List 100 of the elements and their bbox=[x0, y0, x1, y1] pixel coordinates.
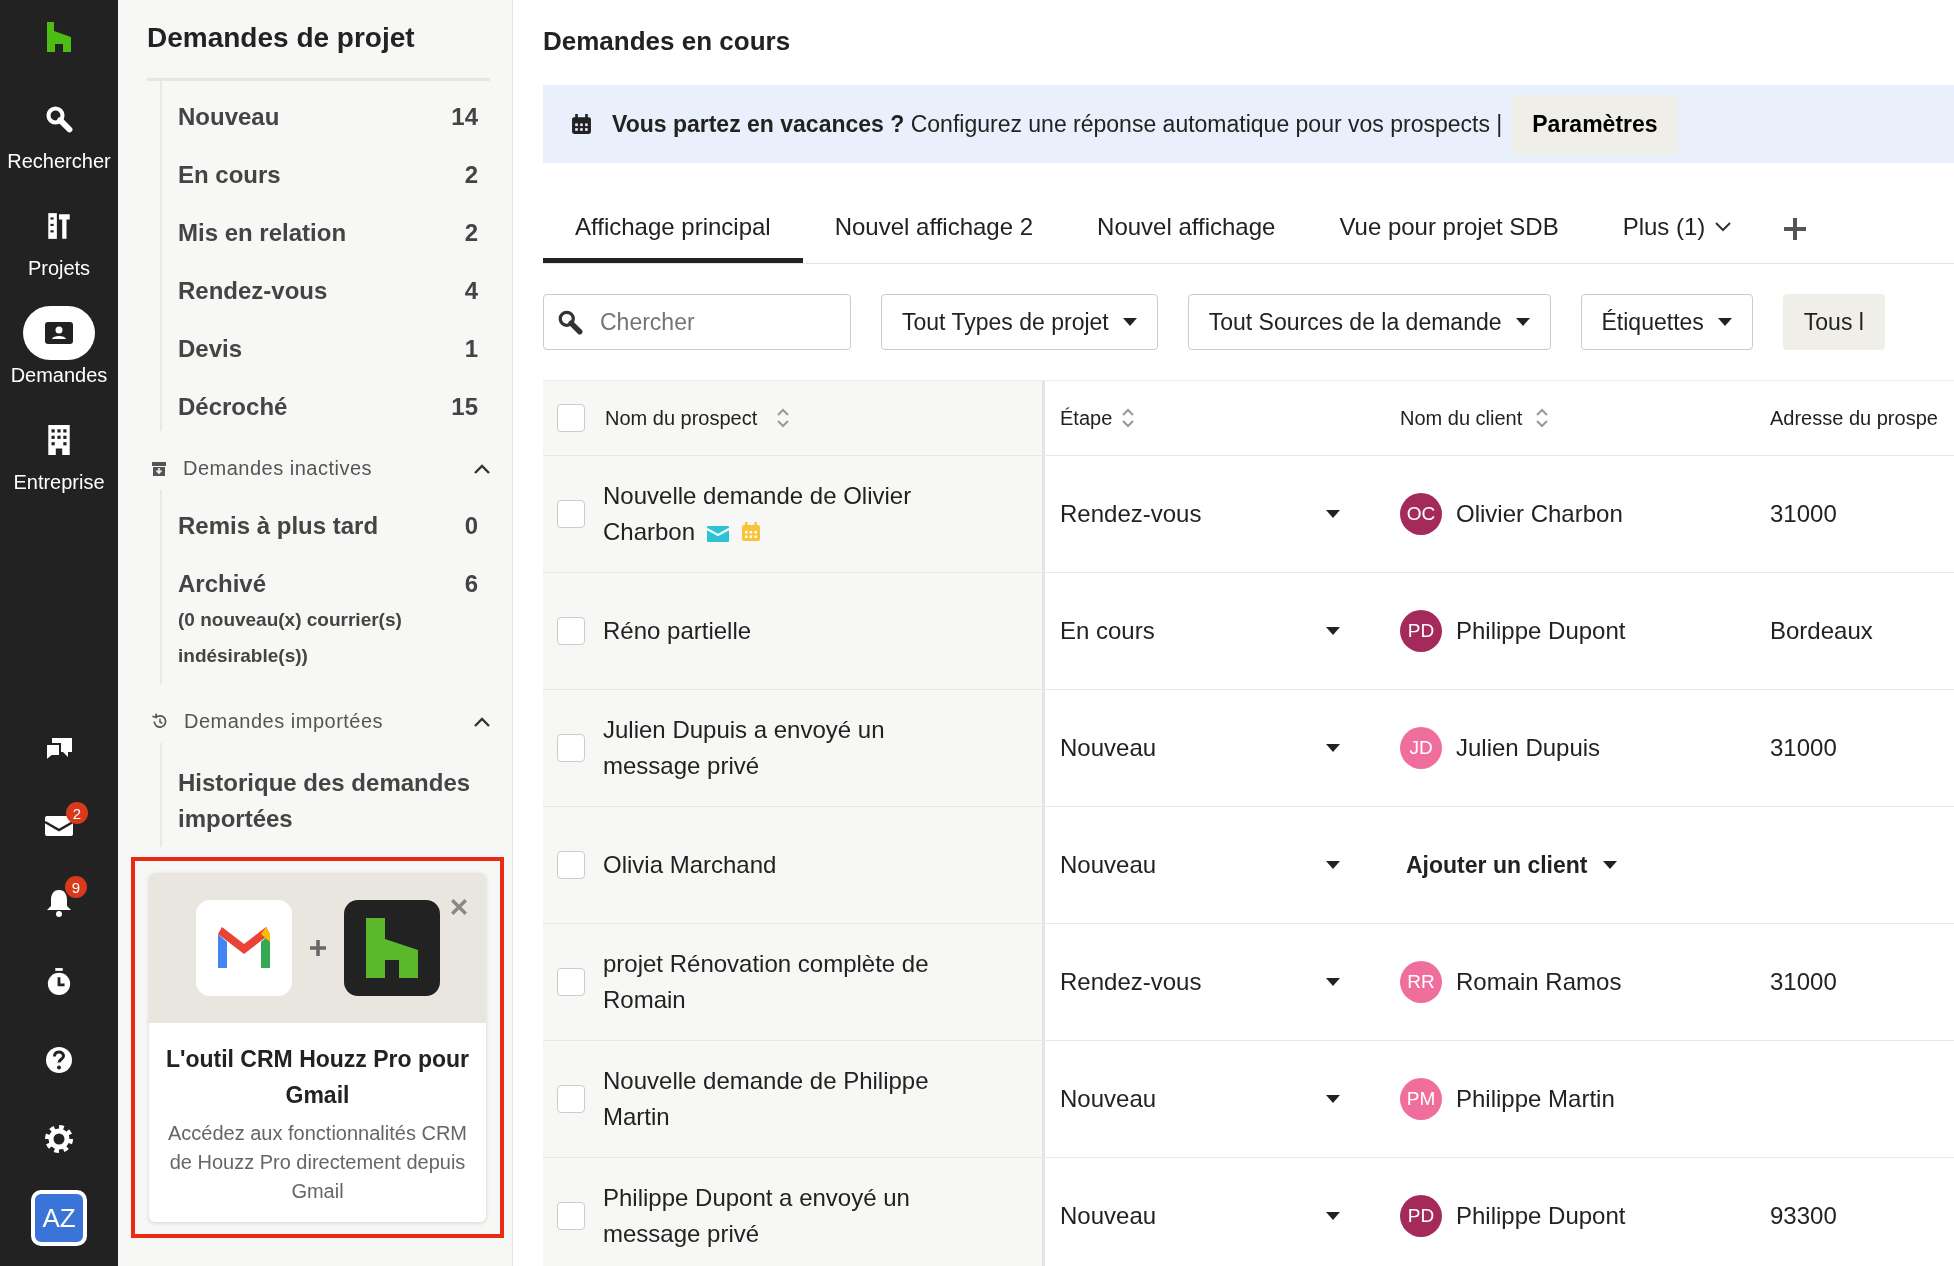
logo-icon[interactable] bbox=[47, 22, 71, 52]
row-checkbox[interactable] bbox=[557, 617, 585, 645]
address-cell: 31000 bbox=[1770, 500, 1837, 528]
client-name[interactable]: Philippe Dupont bbox=[1456, 1202, 1626, 1230]
status-item[interactable]: Nouveau 14 bbox=[178, 103, 490, 131]
plus-icon bbox=[307, 938, 328, 958]
nav-label[interactable]: Projets bbox=[27, 257, 91, 280]
building-icon bbox=[47, 425, 71, 455]
archive-icon bbox=[151, 460, 167, 477]
column-header[interactable]: Étape bbox=[1060, 406, 1113, 430]
section-title: Demandes importées bbox=[184, 710, 385, 733]
status-item[interactable]: Remis à plus tard 0 bbox=[178, 512, 490, 540]
address-cell: 31000 bbox=[1770, 968, 1837, 996]
select-all-checkbox[interactable] bbox=[557, 404, 585, 432]
filter-dropdown[interactable]: Étiquettes bbox=[1580, 294, 1753, 350]
row-checkbox[interactable] bbox=[557, 500, 585, 528]
stopwatch-icon[interactable] bbox=[46, 968, 72, 996]
row-checkbox[interactable] bbox=[557, 1085, 585, 1113]
view-tab[interactable]: Nouvel affichage bbox=[1065, 195, 1308, 263]
filter-dropdown[interactable]: Tout Sources de la demande bbox=[1187, 294, 1551, 350]
client-avatar: OC bbox=[1400, 493, 1442, 535]
sort-icon[interactable] bbox=[1536, 408, 1549, 428]
filter-dropdown[interactable]: Tout Types de projet bbox=[881, 294, 1158, 350]
history-icon bbox=[151, 713, 168, 730]
settings-button[interactable]: Paramètres bbox=[1512, 94, 1678, 154]
client-name[interactable]: Olivier Charbon bbox=[1456, 500, 1623, 528]
column-header[interactable]: Nom du prospect bbox=[605, 406, 758, 430]
status-item[interactable]: Mis en relation 2 bbox=[178, 219, 490, 247]
add-client-dropdown[interactable]: Ajouter un client bbox=[1400, 851, 1618, 879]
help-icon[interactable] bbox=[45, 1046, 73, 1074]
client-name[interactable]: Julien Dupuis bbox=[1456, 734, 1601, 762]
section-title: Demandes inactives bbox=[183, 457, 374, 480]
view-tab[interactable]: Affichage principal bbox=[543, 195, 803, 263]
add-icon[interactable] bbox=[1783, 217, 1808, 241]
column-header[interactable]: Nom du client bbox=[1400, 406, 1523, 430]
inbox-icon[interactable] bbox=[44, 814, 74, 838]
stage-dropdown[interactable]: Rendez-vous bbox=[1045, 924, 1400, 1040]
filter-button[interactable]: Tous l bbox=[1782, 294, 1885, 350]
search-icon bbox=[557, 309, 583, 335]
caret-icon bbox=[1515, 318, 1530, 326]
client-name[interactable]: Philippe Dupont bbox=[1456, 617, 1626, 645]
chevron-icon bbox=[1715, 221, 1732, 232]
notification-badge: 2 bbox=[66, 802, 88, 824]
row-checkbox[interactable] bbox=[557, 968, 585, 996]
mail-logo-icon bbox=[195, 900, 292, 996]
status-item[interactable]: Historique des demandes importées bbox=[178, 765, 490, 837]
client-avatar: JD bbox=[1400, 727, 1442, 769]
view-tab[interactable]: Nouvel affichage 2 bbox=[802, 195, 1066, 263]
panel-title: Demandes de projet bbox=[147, 22, 416, 54]
calendar-icon bbox=[741, 522, 762, 542]
sort-icon[interactable] bbox=[777, 408, 790, 428]
caret-icon bbox=[1122, 318, 1137, 326]
close-icon[interactable] bbox=[450, 898, 468, 916]
caret-icon bbox=[1326, 1212, 1340, 1220]
row-checkbox[interactable] bbox=[557, 851, 585, 879]
caret-icon bbox=[1717, 318, 1732, 326]
status-item[interactable]: En cours 2 bbox=[178, 161, 490, 189]
promo-text: Accédez aux fonctionnalités CRM de Houzz Pro directement depuis Gmail bbox=[166, 1121, 468, 1204]
stage-dropdown[interactable]: Rendez-vous bbox=[1045, 456, 1400, 572]
status-item[interactable]: Devis 1 bbox=[178, 335, 490, 363]
view-tab[interactable]: Vue pour projet SDB bbox=[1307, 195, 1591, 263]
item-note: (0 nouveau(x) courrier(s) indésirable(s)) bbox=[178, 608, 403, 668]
section-header[interactable]: Demandes inactives bbox=[147, 457, 490, 490]
caret-icon bbox=[1326, 978, 1340, 986]
caret-icon bbox=[1326, 627, 1340, 635]
search-field[interactable]: Chercher bbox=[543, 294, 851, 350]
promo-title: L'outil CRM Houzz Pro pour Gmail bbox=[164, 1045, 471, 1110]
nav-label[interactable]: Demandes bbox=[10, 364, 108, 387]
notification-badge: 9 bbox=[65, 876, 87, 898]
client-avatar: PM bbox=[1400, 1078, 1442, 1120]
more-tab[interactable]: Plus (1) bbox=[1590, 195, 1764, 263]
client-avatar: PD bbox=[1400, 1195, 1442, 1237]
nav-label[interactable]: Rechercher bbox=[7, 150, 111, 173]
client-name[interactable]: Romain Ramos bbox=[1456, 968, 1622, 996]
bell-icon[interactable] bbox=[45, 888, 73, 918]
status-item[interactable]: Rendez-vous 4 bbox=[178, 277, 490, 305]
house-logo-icon bbox=[343, 900, 440, 996]
column-header[interactable]: Adresse du prospe bbox=[1770, 406, 1938, 430]
address-cell: 93300 bbox=[1770, 1202, 1837, 1230]
stage-dropdown[interactable]: Nouveau bbox=[1045, 1041, 1400, 1157]
stage-dropdown[interactable]: Nouveau bbox=[1045, 1158, 1400, 1266]
stage-dropdown[interactable]: En cours bbox=[1045, 573, 1400, 689]
calendar-icon bbox=[571, 113, 592, 135]
address-cell: Bordeaux bbox=[1770, 617, 1873, 645]
status-item[interactable]: Archivé 6 bbox=[178, 570, 490, 598]
row-checkbox[interactable] bbox=[557, 1202, 585, 1230]
row-checkbox[interactable] bbox=[557, 734, 585, 762]
user-avatar[interactable]: AZ bbox=[31, 1190, 87, 1246]
caret-icon bbox=[1326, 744, 1340, 752]
nav-icon-pill[interactable] bbox=[23, 306, 95, 360]
search-icon bbox=[45, 105, 73, 133]
settings-icon[interactable] bbox=[44, 1124, 74, 1154]
sort-icon[interactable] bbox=[1122, 408, 1135, 428]
section-header[interactable]: Demandes importées bbox=[147, 710, 490, 743]
status-item[interactable]: Décroché 15 bbox=[178, 393, 490, 421]
caret-icon bbox=[1326, 861, 1340, 869]
stage-dropdown[interactable]: Nouveau bbox=[1045, 807, 1400, 923]
client-name[interactable]: Philippe Martin bbox=[1456, 1085, 1615, 1113]
stage-dropdown[interactable]: Nouveau bbox=[1045, 690, 1400, 806]
nav-label[interactable]: Entreprise bbox=[13, 471, 105, 494]
